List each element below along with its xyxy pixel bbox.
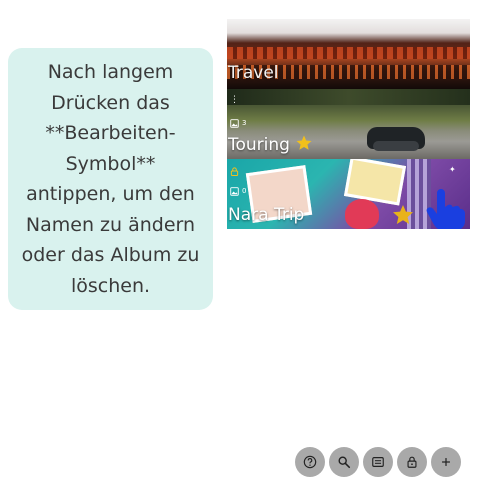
album-title: Touring	[228, 134, 313, 155]
sparkle-icon: ✦	[449, 165, 456, 174]
album-title: Nara Trip	[228, 205, 305, 225]
album-title-text: Touring	[228, 135, 290, 155]
lock-icon	[407, 456, 417, 468]
star-icon	[296, 135, 312, 150]
album-list: Travel ⋮ 3 Touring 0 Nara Trip ✦	[227, 19, 470, 229]
search-button[interactable]	[329, 447, 359, 477]
help-icon	[303, 455, 317, 469]
lock-icon	[230, 167, 239, 176]
more-icon: ⋮	[230, 95, 240, 105]
album-card-touring[interactable]: ⋮ 3 Touring	[227, 89, 470, 159]
photo-icon	[230, 187, 239, 196]
heart-decoration	[345, 199, 379, 229]
hand-pointer-icon	[426, 189, 465, 229]
photo-count: 3	[242, 119, 247, 127]
search-icon	[338, 456, 351, 469]
photo-icon	[230, 119, 239, 128]
album-card-travel[interactable]: Travel	[227, 19, 470, 89]
add-icon	[442, 458, 450, 466]
bottom-toolbar	[295, 447, 461, 477]
help-button[interactable]	[295, 447, 325, 477]
album-cover-detail	[343, 159, 407, 206]
album-card-nara-trip[interactable]: 0 Nara Trip ✦	[227, 159, 470, 229]
album-cover-image	[227, 89, 470, 105]
star-icon[interactable]	[391, 203, 415, 227]
lock-button[interactable]	[397, 447, 427, 477]
list-icon	[372, 457, 384, 467]
photo-count: 0	[242, 187, 247, 195]
add-button[interactable]	[431, 447, 461, 477]
album-title: Travel	[228, 63, 279, 83]
album-cover-detail	[367, 127, 425, 151]
album-cover-image	[227, 47, 470, 59]
hint-tooltip: Nach langem Drücken das **Bearbeiten-Sym…	[8, 48, 213, 310]
list-button[interactable]	[363, 447, 393, 477]
hint-text: Nach langem Drücken das **Bearbeiten-Sym…	[21, 61, 200, 297]
